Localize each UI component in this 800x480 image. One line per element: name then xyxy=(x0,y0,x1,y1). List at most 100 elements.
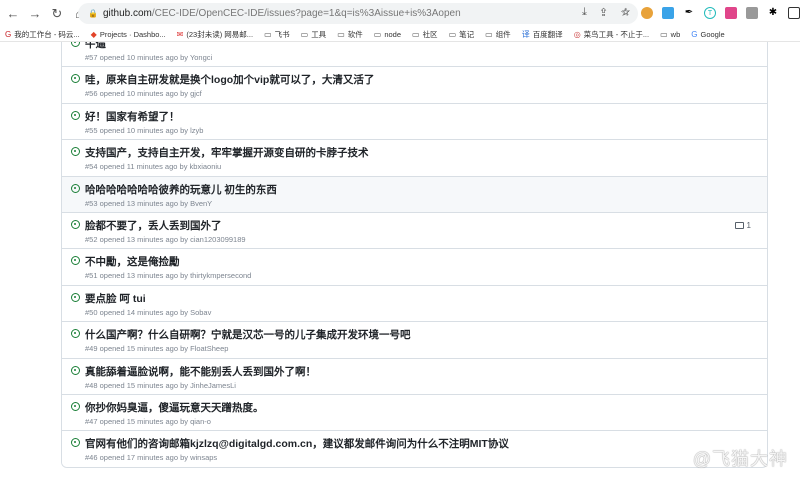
folder-icon: ▭ xyxy=(485,29,493,39)
bookmark-item[interactable]: G Google xyxy=(691,30,724,39)
issue-open-icon xyxy=(71,219,80,229)
side-panel-icon[interactable] xyxy=(788,6,800,19)
bookmark-item[interactable]: ▭ 工具 xyxy=(301,29,327,40)
lock-icon: 🔒 xyxy=(88,9,98,18)
comment-icon xyxy=(734,221,744,229)
comment-count: 1 xyxy=(746,220,751,230)
bookmark-item[interactable]: ▭ wb xyxy=(660,30,680,39)
back-icon[interactable]: ← xyxy=(4,6,22,21)
issue-title[interactable]: 脸都不要了，丢人丢到国外了 xyxy=(85,218,222,233)
bookmark-item[interactable]: ▭ 社区 xyxy=(412,29,438,40)
url-host: github.com xyxy=(102,8,152,19)
issue-title[interactable]: 官网有他们的咨询邮箱kjzlzq@digitalgd.com.cn，建议都发邮件… xyxy=(85,436,509,451)
issue-title[interactable]: 要点脸 呵 tui xyxy=(85,291,146,306)
extension-pink-icon[interactable] xyxy=(725,6,737,19)
bookmark-label: 笔记 xyxy=(459,29,475,39)
issue-row[interactable]: 真能舔着逼脸说啊，能不能别丢人丢到国外了啊！ #48 opened 15 min… xyxy=(62,357,767,394)
issue-row[interactable]: 不中勵，这是俺捡勵 #51 opened 13 minutes ago by t… xyxy=(62,248,767,285)
bookmark-item[interactable]: ✉ (23封未读) 网易邮... xyxy=(177,29,253,40)
folder-icon: ▭ xyxy=(300,29,309,39)
folder-icon: ▭ xyxy=(448,29,457,39)
issue-meta: #51 opened 13 minutes ago by thirtykmper… xyxy=(85,271,252,281)
issue-row[interactable]: 支持国产，支持自主开发，牢牢掌握开源变自研的卡脖子技术 #54 opened 1… xyxy=(62,139,767,176)
issue-meta: #50 opened 14 minutes ago by Sobav xyxy=(85,307,212,317)
folder-icon: ▭ xyxy=(412,29,420,39)
issue-meta: #57 opened 10 minutes ago by Yongci xyxy=(85,53,213,62)
bookmark-item[interactable]: G 我的工作台 - 码云... xyxy=(5,29,80,40)
bookmark-item[interactable]: ▭ 飞书 xyxy=(264,29,290,40)
gitlab-icon: ◆ xyxy=(90,29,97,39)
issue-row[interactable]: 什么国产啊？什么自研啊？宁就是汉芯一号的儿子集成开发环境一号吧 #49 open… xyxy=(62,321,767,358)
issue-title[interactable]: 不中勵，这是俺捡勵 xyxy=(85,254,180,269)
issue-row[interactable]: 哈哈哈哈哈哈哈彼养的玩意儿 初生的东西 #53 opened 13 minute… xyxy=(62,175,767,212)
bookmark-item[interactable]: ▭ 组件 xyxy=(485,29,511,40)
bookmark-label: 组件 xyxy=(495,29,511,39)
issue-open-icon xyxy=(71,183,80,193)
issue-meta: #54 opened 11 minutes ago by kbxiaoniu xyxy=(85,162,222,172)
bookmark-label: 社区 xyxy=(422,29,438,39)
issue-open-icon xyxy=(71,438,80,448)
issue-title[interactable]: 你抄你妈臭逼，傻逼玩意天天蹭热度。 xyxy=(85,400,264,415)
issue-row[interactable]: 官网有他们的咨询邮箱kjzlzq@digitalgd.com.cn，建议都发邮件… xyxy=(62,430,767,467)
bookmark-item[interactable]: 译百度翻译 xyxy=(522,29,563,40)
translate-icon: 译 xyxy=(521,29,530,39)
bookmark-item[interactable]: ◎ 菜鸟工具 - 不止于... xyxy=(574,29,649,40)
bookmark-label: 百度翻译 xyxy=(532,29,563,39)
bookmark-label: 我的工作台 - 码云... xyxy=(14,29,80,39)
issue-title[interactable]: 哇，原来自主研发就是换个logo加个vip就可以了，大清又活了 xyxy=(85,72,374,87)
bookmark-label: 菜鸟工具 - 不止于... xyxy=(583,29,650,39)
issue-meta: #46 opened 17 minutes ago by winsaps xyxy=(85,453,218,463)
issue-row[interactable]: 哇，原来自主研发就是换个logo加个vip就可以了，大清又活了 #56 open… xyxy=(62,66,767,103)
bookmark-label: (23封未读) 网易邮... xyxy=(186,29,254,39)
bookmark-label: 飞书 xyxy=(274,29,290,39)
bookmarks-bar: G 我的工作台 - 码云... ◆ Projects · Dashbo... ✉ (23封… xyxy=(0,27,800,42)
issue-title[interactable]: 哈哈哈哈哈哈哈彼养的玩意儿 初生的东西 xyxy=(85,182,277,197)
bookmark-item[interactable]: ▭ 软件 xyxy=(337,29,363,40)
issue-meta: #52 opened 13 minutes ago by cian1203099… xyxy=(85,234,246,244)
issue-open-icon xyxy=(71,365,80,375)
url-path: /CEC-IDE/OpenCEC-IDE/issues?page=1&q=is%… xyxy=(151,8,461,19)
issue-open-icon xyxy=(71,147,80,157)
issue-title[interactable]: 支持国产，支持自主开发，牢牢掌握开源变自研的卡脖子技术 xyxy=(85,145,369,160)
issue-meta: #48 opened 15 minutes ago by JinheJamesL… xyxy=(85,380,236,390)
address-bar[interactable]: 🔒 github.com/CEC-IDE/OpenCEC-IDE/issues?… xyxy=(78,3,638,24)
reading-list-icon[interactable]: ☆ xyxy=(620,7,632,19)
bookmark-label: wb xyxy=(670,29,681,39)
bookmark-label: node xyxy=(384,29,401,39)
folder-icon: ▭ xyxy=(264,29,272,39)
extension-window-icon[interactable] xyxy=(662,6,674,19)
eyedropper-icon[interactable]: ✒ xyxy=(683,7,695,19)
issue-title[interactable]: 真能舔着逼脸说啊，能不能别丢人丢到国外了啊！ xyxy=(85,364,316,379)
issue-row[interactable]: 脸都不要了，丢人丢到国外了 #52 opened 13 minutes ago … xyxy=(62,211,767,249)
issue-open-icon xyxy=(71,74,80,84)
bookmark-item[interactable]: ◆ Projects · Dashbo... xyxy=(91,30,166,39)
mail-icon: ✉ xyxy=(176,29,184,39)
bookmark-item[interactable]: ▭ 笔记 xyxy=(449,29,475,40)
issue-meta: #47 opened 15 minutes ago by qian-o xyxy=(85,416,211,426)
extensions-puzzle-icon[interactable]: ✱ xyxy=(767,7,779,19)
extension-t-icon[interactable]: T xyxy=(704,6,716,19)
bookmark-item[interactable]: ▭ node xyxy=(374,30,401,39)
issue-open-icon xyxy=(71,292,80,302)
extension-cookie-icon[interactable] xyxy=(641,6,653,19)
bookmark-label: Google xyxy=(700,29,725,39)
gitee-icon: G xyxy=(5,29,12,39)
extensions: ☆ ✒ T ✱ K xyxy=(620,5,800,20)
folder-icon: ▭ xyxy=(373,29,382,39)
issue-open-icon xyxy=(71,110,80,120)
issue-title[interactable]: 好！国家有希望了！ xyxy=(85,109,180,124)
issue-open-icon xyxy=(71,329,80,339)
issue-row[interactable]: 你抄你妈臭逼，傻逼玩意天天蹭热度。 #47 opened 15 minutes … xyxy=(62,393,767,431)
bookmark-label: Projects · Dashbo... xyxy=(99,29,166,39)
issue-open-icon xyxy=(71,401,80,411)
forward-icon[interactable]: → xyxy=(26,6,44,21)
reload-icon[interactable]: ↻ xyxy=(48,6,66,22)
issue-meta: #49 opened 15 minutes ago by FloatSheep xyxy=(85,344,229,354)
issue-row[interactable]: 要点脸 呵 tui #50 opened 14 minutes ago by S… xyxy=(62,284,767,322)
extension-grid-icon[interactable] xyxy=(746,6,758,19)
install-icon[interactable]: ⤓ xyxy=(582,6,587,19)
issue-row[interactable]: 好！国家有希望了！ #55 opened 10 minutes ago by l… xyxy=(62,102,767,140)
share-icon[interactable]: ⇪ xyxy=(599,6,608,19)
issue-title[interactable]: 什么国产啊？什么自研啊？宁就是汉芯一号的儿子集成开发环境一号吧 xyxy=(85,327,411,342)
comments-link[interactable]: 1 xyxy=(734,220,751,230)
